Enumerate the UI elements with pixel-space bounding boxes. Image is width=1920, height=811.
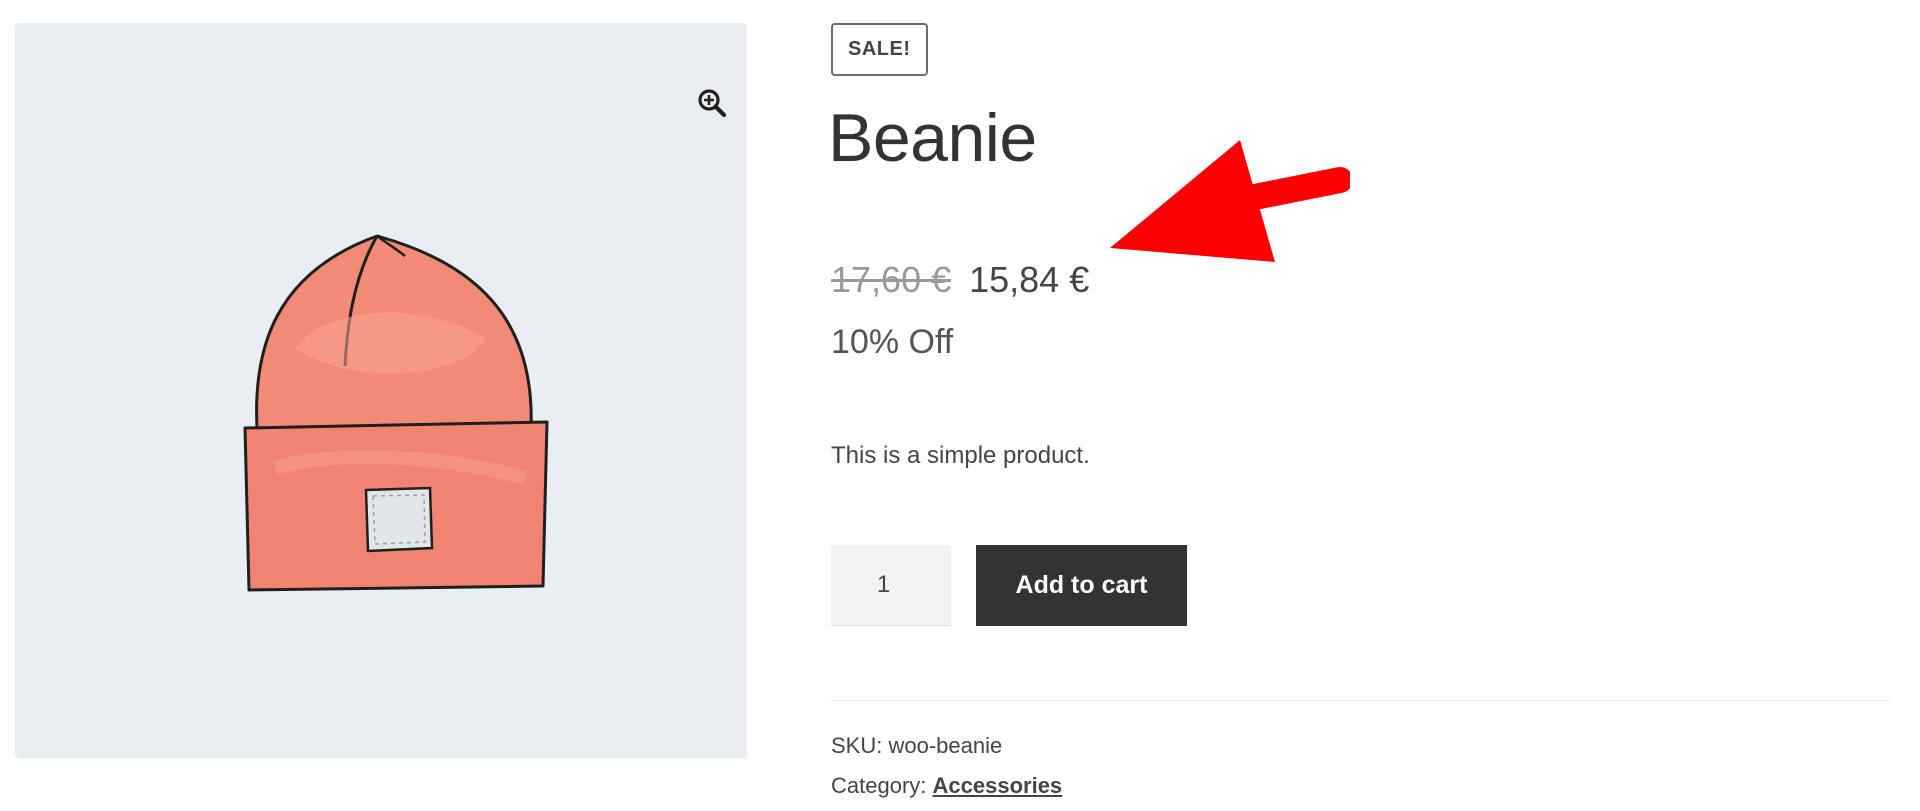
product-summary: SALE! Beanie 17,60 € 15,84 € 10% Off Thi… xyxy=(828,0,1891,811)
zoom-button[interactable] xyxy=(690,81,734,125)
sale-price: 15,84 € xyxy=(969,259,1090,300)
product-sku: SKU: woo-beanie xyxy=(831,731,1002,761)
annotation-arrow-icon xyxy=(1110,140,1350,262)
regular-price: 17,60 € xyxy=(831,259,952,300)
product-title: Beanie xyxy=(828,100,1037,176)
beanie-image[interactable] xyxy=(235,228,555,598)
discount-text: 10% Off xyxy=(831,323,954,361)
sku-label: SKU: xyxy=(831,733,883,758)
zoom-in-icon xyxy=(698,89,727,118)
sale-badge: SALE! xyxy=(831,23,928,76)
meta-divider xyxy=(831,700,1891,701)
add-to-cart-button[interactable]: Add to cart xyxy=(976,545,1187,626)
sku-value: woo-beanie xyxy=(888,733,1003,758)
product-price: 17,60 € 15,84 € xyxy=(831,256,1089,304)
short-description: This is a simple product. xyxy=(831,442,1090,469)
product-gallery xyxy=(15,23,747,758)
product-page: SALE! Beanie 17,60 € 15,84 € 10% Off Thi… xyxy=(0,0,1920,811)
quantity-input[interactable] xyxy=(831,545,951,626)
category-link[interactable]: Accessories xyxy=(933,773,1063,798)
product-category: Category: Accessories xyxy=(831,771,1062,801)
category-label: Category: xyxy=(831,773,927,798)
